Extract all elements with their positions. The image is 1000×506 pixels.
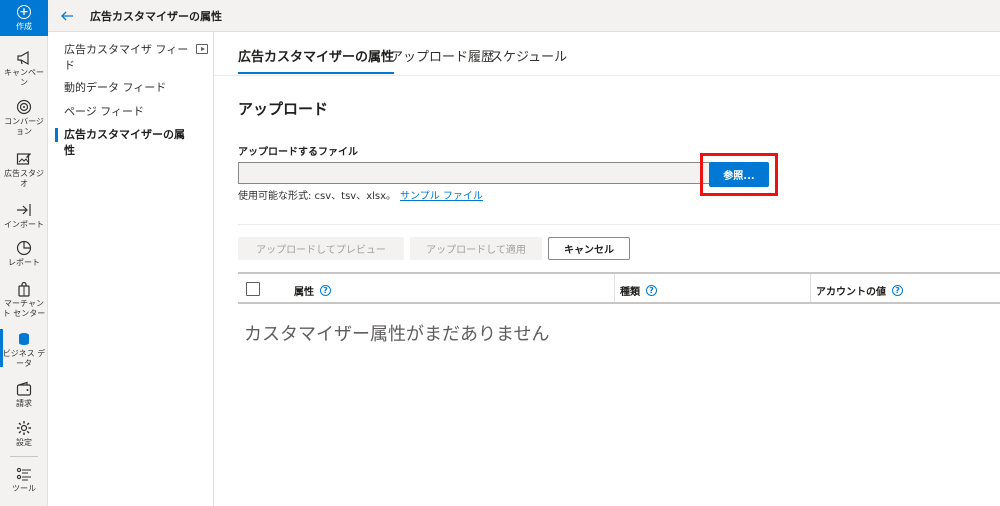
column-separator[interactable] (810, 274, 811, 302)
rail-item-label: マーチャン ト センター (2, 299, 46, 318)
pie-chart-icon (16, 240, 32, 256)
column-header-attribute[interactable]: 属性 ? (294, 283, 331, 298)
rail-item-reports[interactable]: レポート (0, 240, 48, 268)
rail-item-label: 請求 (16, 399, 32, 408)
top-bar: 広告カスタマイザーの属性 (48, 0, 1000, 32)
upload-preview-button[interactable]: アップロードしてプレビュー (238, 237, 404, 260)
tab-customizer-attributes[interactable]: 広告カスタマイザーの属性 (238, 46, 395, 74)
tab-upload-history[interactable]: アップロード履歴 (390, 46, 494, 65)
column-header-account-value[interactable]: アカウントの値 ? (816, 283, 903, 298)
rail-item-label: レポート (8, 258, 40, 267)
target-icon (16, 99, 32, 115)
column-label: 種類 (620, 287, 640, 298)
rail-item-label: 広告スタジ オ (4, 169, 44, 188)
help-icon[interactable]: ? (320, 285, 331, 296)
gear-icon (17, 421, 31, 435)
left-nav-rail: + 作成 キャンペー ン コンバージ ョン 広告スタジ オ インポート レポート… (0, 0, 48, 506)
browse-button[interactable]: 参照... (709, 162, 769, 187)
highlight-box: 参照... (700, 153, 778, 196)
back-arrow-icon[interactable] (60, 9, 74, 23)
rail-item-label: キャンペー ン (4, 68, 44, 87)
app-root: + 作成 キャンペー ン コンバージ ョン 広告スタジ オ インポート レポート… (0, 0, 1000, 506)
image-edit-icon (16, 153, 31, 165)
rail-item-label: 設定 (16, 438, 32, 447)
rail-item-label: コンバージ ョン (4, 117, 44, 136)
subnav-item-ad-customizer-feed[interactable]: 広告カスタマイザ フィード (64, 42, 194, 74)
rail-item-merchant-center[interactable]: マーチャン ト センター (0, 281, 48, 319)
select-all-checkbox[interactable] (246, 282, 260, 296)
column-header-type[interactable]: 種類 ? (620, 283, 657, 298)
rail-item-label: ビジネス デ ータ (2, 349, 46, 368)
subnav-item-customizer-attributes[interactable]: 広告カスタマイザーの属性 (55, 127, 194, 159)
create-label: 作成 (16, 21, 32, 31)
database-icon (19, 333, 29, 345)
column-label: アカウントの値 (816, 287, 886, 298)
plus-icon: + (17, 4, 31, 19)
shopping-bag-icon (18, 281, 30, 297)
upload-section-title: アップロード (238, 100, 329, 118)
table-header: 属性 ? 種類 ? アカウントの値 ? (238, 272, 1000, 304)
rail-item-label: インポート (4, 220, 44, 229)
rail-item-billing[interactable]: 請求 (0, 381, 48, 409)
tab-schedule[interactable]: スケジュール (490, 46, 567, 65)
rail-item-conversions[interactable]: コンバージ ョン (0, 99, 48, 137)
empty-state-message: カスタマイザー属性がまだありません (244, 324, 550, 345)
subnav-item-dynamic-data-feed[interactable]: 動的データ フィード (64, 80, 194, 96)
supported-formats: 使用可能な形式: csv、tsv、xlsx。 サンプル ファイル (238, 187, 483, 202)
cancel-button[interactable]: キャンセル (548, 237, 630, 260)
sample-file-link[interactable]: サンプル ファイル (400, 191, 483, 202)
rail-item-settings[interactable]: 設定 (0, 420, 48, 448)
formats-text: 使用可能な形式: csv、tsv、xlsx。 (238, 191, 397, 202)
rail-divider (10, 456, 38, 457)
wallet-icon (16, 381, 32, 396)
sub-nav: 広告カスタマイザ フィード 動的データ フィード ページ フィード 広告カスタマ… (48, 32, 214, 506)
column-separator[interactable] (614, 274, 615, 302)
tab-bar: 広告カスタマイザーの属性 アップロード履歴 スケジュール (214, 32, 1000, 76)
upload-apply-button[interactable]: アップロードして適用 (410, 237, 542, 260)
subnav-item-page-feed[interactable]: ページ フィード (64, 104, 194, 120)
tools-list-icon (16, 467, 31, 481)
help-icon[interactable]: ? (646, 285, 657, 296)
megaphone-icon (17, 50, 29, 66)
main-content: 広告カスタマイザーの属性 アップロード履歴 スケジュール アップロード アップロ… (214, 32, 1000, 506)
rail-item-import[interactable]: インポート (0, 202, 48, 230)
import-icon (17, 204, 31, 216)
rail-item-tools[interactable]: ツール (0, 466, 48, 494)
rail-item-label: ツール (12, 484, 36, 493)
file-field-label: アップロードするファイル (238, 147, 358, 158)
rail-item-campaigns[interactable]: キャンペー ン (0, 50, 48, 88)
create-button[interactable]: + 作成 (0, 0, 48, 36)
rail-item-ad-studio[interactable]: 広告スタジ オ (0, 151, 48, 189)
rail-item-business-data[interactable]: ビジネス デ ータ (0, 329, 48, 369)
section-divider (238, 224, 1000, 225)
help-icon[interactable]: ? (892, 285, 903, 296)
page-title: 広告カスタマイザーの属性 (90, 9, 222, 23)
file-path-input[interactable] (238, 162, 710, 184)
collapse-panel-icon[interactable] (196, 44, 208, 54)
column-label: 属性 (294, 287, 314, 298)
